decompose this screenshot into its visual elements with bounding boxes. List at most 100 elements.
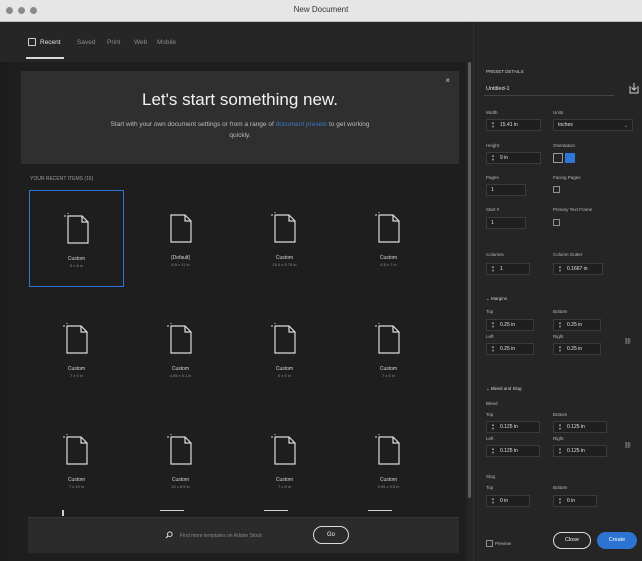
stepper-icon[interactable]: ▲ ▼	[558, 345, 562, 353]
recent-item[interactable]: Custom 4.95 x 6.1 in	[133, 301, 228, 398]
column-gutter-field[interactable]: ▲ ▼ 0.1667 in	[553, 263, 603, 275]
preview-label: Preview	[495, 541, 512, 546]
slug-top-label: Top	[486, 485, 494, 490]
stepper-icon[interactable]: ▲ ▼	[491, 154, 495, 162]
search-icon	[165, 531, 173, 539]
recent-item-name: Custom	[275, 477, 294, 483]
recent-item[interactable]: Custom 8.5 x 7 in	[341, 190, 436, 287]
stepper-icon[interactable]: ▲ ▼	[491, 265, 495, 273]
columns-value: 1	[500, 266, 503, 272]
margin-right-field[interactable]: ▲ ▼ 0.25 in	[553, 343, 601, 355]
tab-saved[interactable]: Saved	[77, 39, 95, 46]
primary-text-frame-checkbox[interactable]	[553, 219, 560, 226]
bleed-slug-section[interactable]: ⌄ Bleed and Slug	[486, 386, 522, 392]
landscape-orientation-icon[interactable]	[565, 153, 575, 163]
margin-left-label: Left	[486, 334, 494, 339]
margin-bottom-field[interactable]: ▲ ▼ 0.25 in	[553, 319, 601, 331]
slug-bottom-value: 0 in	[567, 498, 576, 504]
preview-checkbox[interactable]	[486, 540, 493, 547]
recent-item[interactable]: Custom 10 x 8.5 in	[133, 412, 228, 509]
width-field[interactable]: ▲ ▼ 15.41 in	[486, 119, 541, 131]
columns-field[interactable]: ▲ ▼ 1	[486, 263, 530, 275]
document-presets-link[interactable]: document presets	[276, 121, 328, 128]
document-icon	[63, 323, 90, 356]
recent-item[interactable]: Custom 6 x 6 in	[237, 301, 332, 398]
units-dropdown[interactable]: Inches ⌄	[553, 119, 633, 131]
bleed-bottom-label: Bottom	[553, 412, 568, 417]
margins-section-label: Margins	[491, 296, 508, 301]
recent-item-name: Custom	[275, 255, 294, 261]
width-value: 15.41 in	[500, 122, 518, 128]
scrollbar[interactable]	[468, 62, 471, 498]
recent-item-name: Custom	[379, 477, 398, 483]
search-input[interactable]: Find more templates on Adobe Stock	[180, 533, 262, 539]
height-field[interactable]: ▲ ▼ 9 in	[486, 152, 541, 164]
stepper-icon[interactable]: ▲ ▼	[491, 321, 495, 329]
orientation-label: Orientation	[553, 143, 576, 148]
document-icon	[167, 323, 194, 356]
recent-item[interactable]: Custom 5.95 x 9.5 in	[341, 412, 436, 509]
stepper-icon[interactable]: ▲ ▼	[558, 321, 562, 329]
margin-right-label: Right	[553, 334, 564, 339]
document-name-field[interactable]: Untitled-1	[484, 84, 614, 96]
slug-top-value: 0 in	[500, 498, 509, 504]
slug-top-field[interactable]: ▲ ▼ 0 in	[486, 495, 530, 507]
slug-bottom-field[interactable]: ▲ ▼ 0 in	[553, 495, 597, 507]
bleed-left-field[interactable]: ▲ ▼ 0.125 in	[486, 445, 540, 457]
chevron-down-icon: ⌄	[623, 123, 628, 129]
recent-item-size: 7 x 9 in	[70, 373, 83, 378]
stepper-icon[interactable]: ▲ ▼	[558, 497, 562, 505]
bleed-bottom-field[interactable]: ▲ ▼ 0.125 in	[553, 421, 607, 433]
left-edge	[0, 62, 9, 561]
recent-item[interactable]: Custom 5 x 6 in	[29, 190, 124, 287]
margin-right-value: 0.25 in	[567, 346, 583, 352]
document-icon	[271, 323, 298, 356]
stepper-icon[interactable]: ▲ ▼	[558, 423, 562, 431]
margins-section[interactable]: ⌄ Margins	[486, 296, 507, 302]
portrait-orientation-icon[interactable]	[553, 153, 563, 163]
start-field[interactable]: 1	[486, 217, 526, 229]
recent-item[interactable]: Custom 7 x 9 in	[29, 301, 124, 398]
recent-item[interactable]: [Default] 8.5 x 11 in	[133, 190, 228, 287]
close-button[interactable]: Close	[553, 532, 591, 549]
create-button[interactable]: Create	[597, 532, 637, 549]
preset-details-panel: PRESET DETAILS Untitled-1 Width ▲ ▼ 15.41 …	[473, 22, 642, 561]
start-label: Start #	[486, 207, 500, 212]
recent-item-size: 7 x 8 in	[278, 484, 291, 489]
stepper-icon[interactable]: ▲ ▼	[491, 423, 495, 431]
document-icon	[63, 434, 90, 467]
stepper-icon[interactable]: ▲ ▼	[558, 447, 562, 455]
facing-pages-checkbox[interactable]	[553, 186, 560, 193]
stepper-icon[interactable]: ▲ ▼	[491, 345, 495, 353]
bleed-left-label: Left	[486, 436, 494, 441]
margin-left-field[interactable]: ▲ ▼ 0.25 in	[486, 343, 534, 355]
document-icon	[64, 213, 91, 246]
recent-item-size: 7 x 10 in	[68, 484, 85, 489]
link-bleed-icon[interactable]: ⛓	[624, 442, 632, 449]
bleed-right-label: Right	[553, 436, 564, 441]
stepper-icon[interactable]: ▲ ▼	[491, 121, 495, 129]
recent-item[interactable]: Custom 7 x 8 in	[341, 301, 436, 398]
tab-print[interactable]: Print	[107, 39, 120, 46]
pages-field[interactable]: 1	[486, 184, 526, 196]
go-button[interactable]: Go	[313, 526, 349, 544]
stepper-icon[interactable]: ▲ ▼	[491, 497, 495, 505]
bleed-top-field[interactable]: ▲ ▼ 0.125 in	[486, 421, 540, 433]
column-gutter-label: Column Gutter	[553, 252, 583, 257]
tab-recent[interactable]: Recent	[40, 39, 61, 46]
stepper-icon[interactable]: ▲ ▼	[558, 265, 562, 273]
partial-document-icon	[264, 510, 288, 511]
link-margins-icon[interactable]: ⛓	[624, 338, 632, 345]
bleed-right-field[interactable]: ▲ ▼ 0.125 in	[553, 445, 607, 457]
margin-top-field[interactable]: ▲ ▼ 0.25 in	[486, 319, 534, 331]
tab-mobile[interactable]: Mobile	[157, 39, 176, 46]
document-icon	[167, 212, 194, 245]
recent-item[interactable]: Custom 15.4 x 9.75 in	[237, 190, 332, 287]
close-banner-icon[interactable]: ×	[445, 76, 450, 85]
recent-item[interactable]: Custom 7 x 10 in	[29, 412, 124, 509]
save-preset-icon[interactable]	[628, 82, 640, 94]
stepper-icon[interactable]: ▲ ▼	[491, 447, 495, 455]
recent-item[interactable]: Custom 7 x 8 in	[237, 412, 332, 509]
margin-bottom-value: 0.25 in	[567, 322, 583, 328]
tab-web[interactable]: Web	[134, 39, 147, 46]
